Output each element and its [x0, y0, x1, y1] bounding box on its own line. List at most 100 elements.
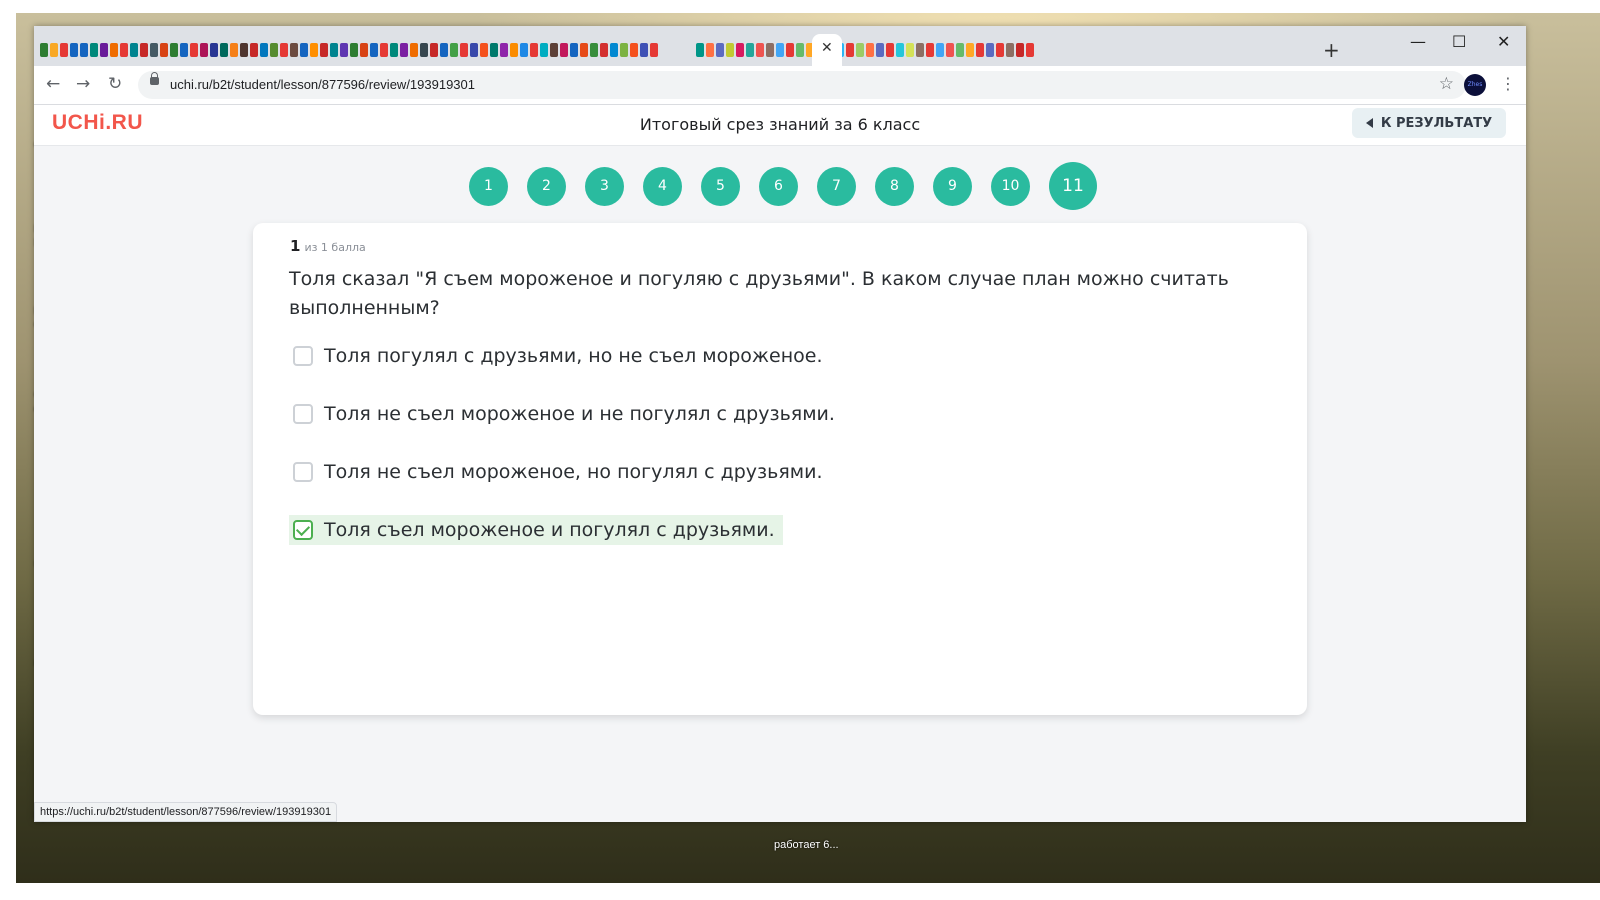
tab-favicon-icon[interactable] — [120, 43, 128, 57]
tab-favicon-icon[interactable] — [70, 43, 78, 57]
tab-favicon-icon[interactable] — [330, 43, 338, 57]
tab-favicon-icon[interactable] — [620, 43, 628, 57]
answer-checkbox[interactable] — [293, 462, 313, 482]
tab-favicon-icon[interactable] — [490, 43, 498, 57]
tab-favicon-icon[interactable] — [696, 43, 704, 57]
tab-favicon-icon[interactable] — [100, 43, 108, 57]
tab-favicon-icon[interactable] — [610, 43, 618, 57]
close-tab-icon[interactable]: ✕ — [821, 40, 833, 56]
tab-favicon-icon[interactable] — [896, 43, 904, 57]
tab-favicon-icon[interactable] — [190, 43, 198, 57]
tab-favicon-icon[interactable] — [550, 43, 558, 57]
tab-favicon-icon[interactable] — [170, 43, 178, 57]
tab-favicon-icon[interactable] — [650, 43, 658, 57]
tab-favicon-icon[interactable] — [460, 43, 468, 57]
tab-favicon-icon[interactable] — [380, 43, 388, 57]
tab-favicon-icon[interactable] — [520, 43, 528, 57]
tab-favicon-icon[interactable] — [140, 43, 148, 57]
question-nav-1[interactable]: 1 — [469, 166, 508, 206]
tab-favicon-icon[interactable] — [776, 43, 784, 57]
answer-checkbox-checked[interactable] — [293, 520, 313, 540]
tab-favicon-icon[interactable] — [200, 43, 208, 57]
tab-favicon-icon[interactable] — [786, 43, 794, 57]
tab-favicon-icon[interactable] — [716, 43, 724, 57]
tab-favicon-icon[interactable] — [946, 43, 954, 57]
forward-arrow-icon[interactable]: → — [76, 74, 90, 94]
tab-favicon-icon[interactable] — [40, 43, 48, 57]
tab-favicon-icon[interactable] — [726, 43, 734, 57]
tab-favicon-icon[interactable] — [430, 43, 438, 57]
tab-favicon-icon[interactable] — [966, 43, 974, 57]
answer-option[interactable]: Толя погулял с друзьями, но не съел моро… — [289, 341, 831, 371]
address-bar[interactable]: uchi.ru/b2t/student/lesson/877596/review… — [138, 71, 1466, 99]
answer-option[interactable]: Толя не съел мороженое, но погулял с дру… — [289, 457, 831, 487]
tab-favicon-icon[interactable] — [876, 43, 884, 57]
tab-favicon-icon[interactable] — [90, 43, 98, 57]
tab-favicon-icon[interactable] — [80, 43, 88, 57]
close-window-button[interactable]: ✕ — [1497, 32, 1510, 51]
tab-favicon-icon[interactable] — [390, 43, 398, 57]
to-result-button[interactable]: К РЕЗУЛЬТАТУ — [1352, 108, 1506, 138]
profile-avatar[interactable]: Zhes — [1464, 74, 1486, 96]
tab-favicon-icon[interactable] — [420, 43, 428, 57]
tab-favicon-icon[interactable] — [640, 43, 648, 57]
tab-favicon-icon[interactable] — [846, 43, 854, 57]
tab-favicon-icon[interactable] — [916, 43, 924, 57]
tab-favicon-icon[interactable] — [350, 43, 358, 57]
tab-favicon-icon[interactable] — [60, 43, 68, 57]
tab-favicon-icon[interactable] — [906, 43, 914, 57]
tab-favicon-icon[interactable] — [856, 43, 864, 57]
browser-menu-icon[interactable]: ⋮ — [1500, 74, 1516, 93]
tab-favicon-icon[interactable] — [360, 43, 368, 57]
tab-favicon-icon[interactable] — [956, 43, 964, 57]
answer-checkbox[interactable] — [293, 346, 313, 366]
tab-favicon-icon[interactable] — [290, 43, 298, 57]
question-nav-10[interactable]: 10 — [991, 166, 1030, 206]
active-tab[interactable]: ✕ — [812, 34, 842, 66]
tab-favicon-icon[interactable] — [260, 43, 268, 57]
maximize-button[interactable]: ☐ — [1452, 32, 1466, 51]
tab-favicon-icon[interactable] — [150, 43, 158, 57]
tab-favicon-icon[interactable] — [590, 43, 598, 57]
tab-favicon-icon[interactable] — [926, 43, 934, 57]
minimize-button[interactable]: — — [1410, 32, 1426, 51]
answer-checkbox[interactable] — [293, 404, 313, 424]
tab-favicon-icon[interactable] — [570, 43, 578, 57]
answer-option-selected[interactable]: Толя съел мороженое и погулял с друзьями… — [289, 515, 783, 545]
question-nav-7[interactable]: 7 — [817, 166, 856, 206]
tab-favicon-icon[interactable] — [630, 43, 638, 57]
tab-favicon-icon[interactable] — [280, 43, 288, 57]
tab-favicon-icon[interactable] — [400, 43, 408, 57]
tab-favicon-icon[interactable] — [50, 43, 58, 57]
tab-favicon-icon[interactable] — [706, 43, 714, 57]
tab-favicon-icon[interactable] — [320, 43, 328, 57]
tab-favicon-icon[interactable] — [996, 43, 1004, 57]
tab-favicon-icon[interactable] — [470, 43, 478, 57]
tab-favicon-icon[interactable] — [500, 43, 508, 57]
tab-favicon-icon[interactable] — [976, 43, 984, 57]
question-nav-11[interactable]: 11 — [1049, 162, 1097, 210]
tab-favicon-icon[interactable] — [560, 43, 568, 57]
answer-option[interactable]: Толя не съел мороженое и не погулял с др… — [289, 399, 843, 429]
reload-icon[interactable]: ↻ — [108, 74, 122, 94]
tab-favicon-icon[interactable] — [440, 43, 448, 57]
tab-favicon-icon[interactable] — [1026, 43, 1034, 57]
tab-favicon-icon[interactable] — [510, 43, 518, 57]
tab-favicon-icon[interactable] — [600, 43, 608, 57]
lock-icon[interactable] — [150, 72, 159, 85]
tab-favicon-icon[interactable] — [756, 43, 764, 57]
question-nav-9[interactable]: 9 — [933, 166, 972, 206]
tab-favicon-icon[interactable] — [1016, 43, 1024, 57]
tab-favicon-icon[interactable] — [340, 43, 348, 57]
tab-favicon-icon[interactable] — [180, 43, 188, 57]
tab-favicon-icon[interactable] — [300, 43, 308, 57]
tab-favicon-icon[interactable] — [580, 43, 588, 57]
tab-favicon-icon[interactable] — [410, 43, 418, 57]
question-nav-4[interactable]: 4 — [643, 166, 682, 206]
tab-favicon-icon[interactable] — [736, 43, 744, 57]
tab-favicon-icon[interactable] — [540, 43, 548, 57]
tab-favicon-icon[interactable] — [230, 43, 238, 57]
tab-favicon-icon[interactable] — [450, 43, 458, 57]
question-nav-3[interactable]: 3 — [585, 166, 624, 206]
tab-favicon-icon[interactable] — [480, 43, 488, 57]
